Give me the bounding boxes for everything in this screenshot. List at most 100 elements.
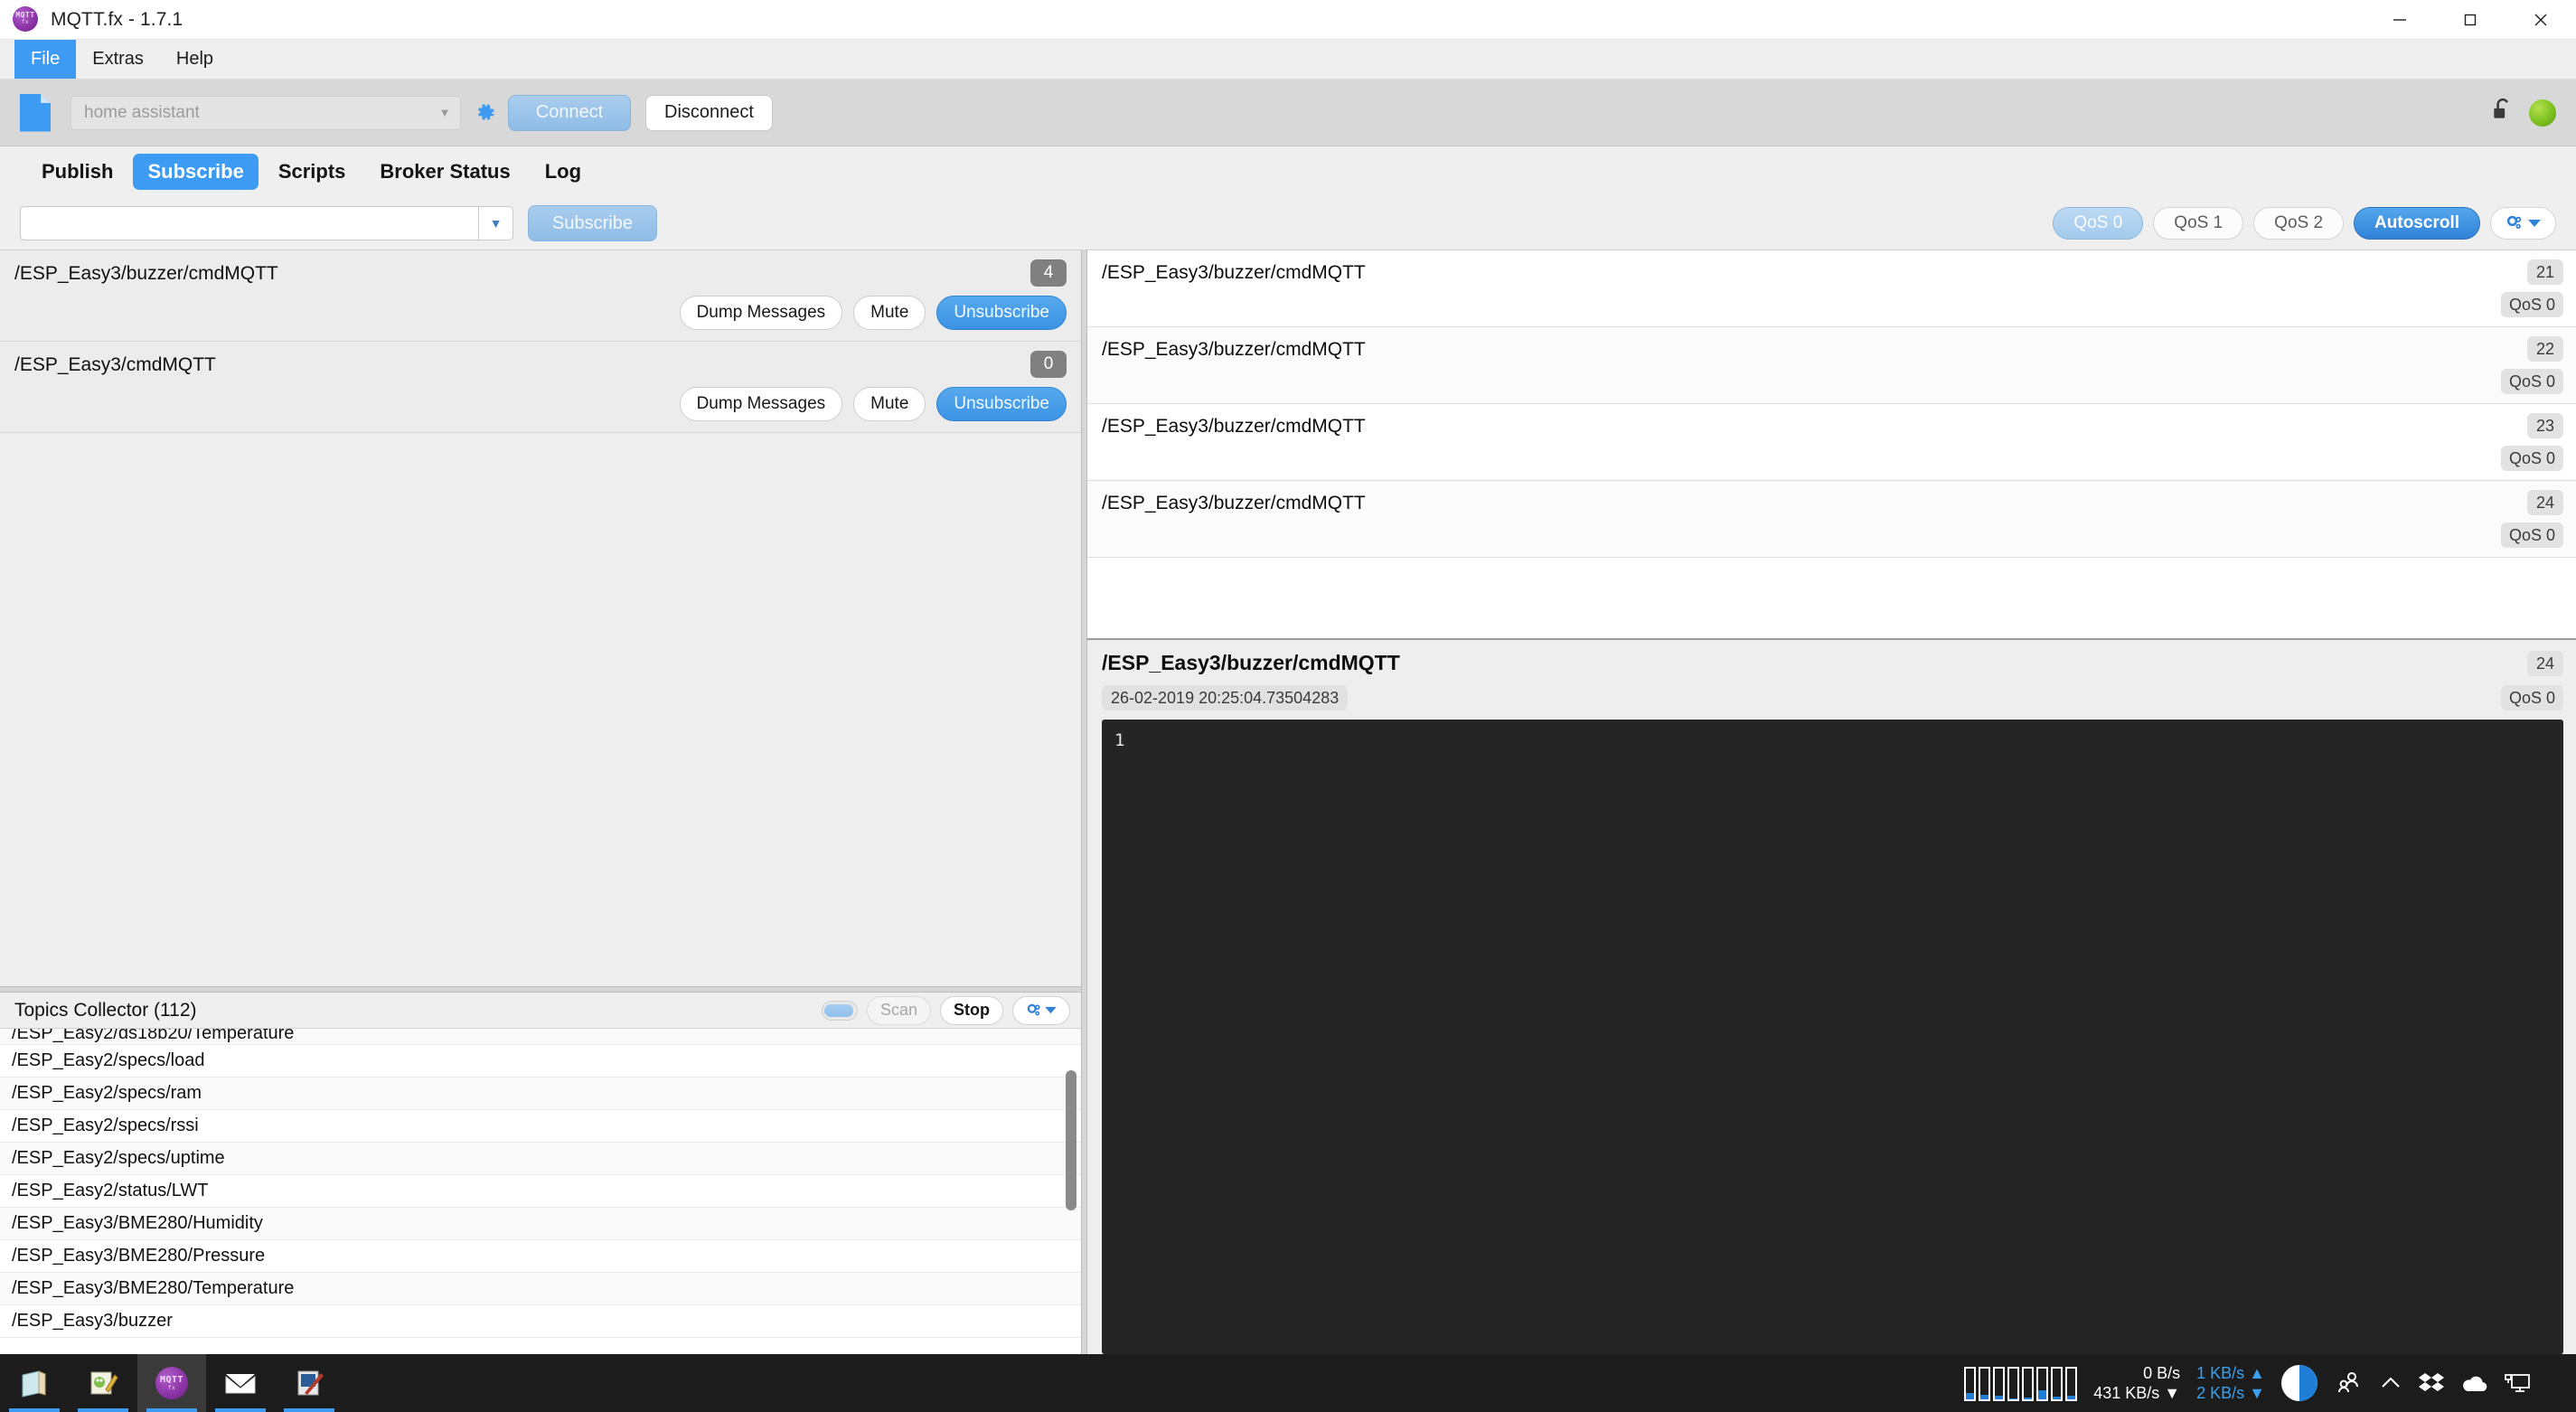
scan-button[interactable]: Scan [866, 995, 931, 1025]
message-row[interactable]: /ESP_Easy3/buzzer/cmdMQTT 21 QoS 0 [1087, 250, 2576, 327]
people-icon[interactable] [2334, 1369, 2363, 1398]
list-item[interactable]: /ESP_Easy3/buzzer [0, 1305, 1081, 1338]
list-item[interactable]: /ESP_Easy3/BME280/Temperature [0, 1273, 1081, 1305]
qos-1-button[interactable]: QoS 1 [2153, 207, 2244, 240]
minimize-button[interactable] [2364, 0, 2435, 40]
menu-item-extras[interactable]: Extras [76, 40, 160, 79]
stop-button[interactable]: Stop [940, 995, 1003, 1025]
topics-collector-list[interactable]: /ESP_Easy2/ds18b20/Temperature /ESP_Easy… [0, 1029, 1081, 1354]
mute-button[interactable]: Mute [853, 387, 926, 421]
connection-bar: home assistant ▼ Connect Disconnect [0, 80, 2576, 146]
message-row[interactable]: /ESP_Easy3/buzzer/cmdMQTT 24 QoS 0 [1087, 481, 2576, 558]
window-title: MQTT.fx - 1.7.1 [51, 8, 183, 30]
taskbar-mqttfx-icon[interactable]: MQTT fx [137, 1354, 206, 1412]
list-item[interactable]: /ESP_Easy2/specs/ram [0, 1078, 1081, 1110]
tab-scripts[interactable]: Scripts [264, 154, 361, 190]
maximize-button[interactable] [2435, 0, 2505, 40]
topics-collector-options-button[interactable] [1012, 995, 1070, 1025]
qos-2-button[interactable]: QoS 2 [2253, 207, 2345, 240]
network-usage-graph[interactable] [1964, 1365, 2078, 1401]
list-item[interactable]: /ESP_Easy3/BME280/Humidity [0, 1208, 1081, 1240]
network-up-small: 1 KB/s [2196, 1364, 2245, 1382]
onedrive-icon[interactable] [2460, 1373, 2487, 1393]
disconnect-button[interactable]: Disconnect [645, 94, 773, 131]
main-tabs: Publish Subscribe Scripts Broker Status … [0, 146, 2576, 197]
message-row[interactable]: /ESP_Easy3/buzzer/cmdMQTT 22 QoS 0 [1087, 327, 2576, 404]
taskbar-notepad-icon[interactable] [0, 1354, 69, 1412]
message-detail-header: /ESP_Easy3/buzzer/cmdMQTT 24 26-02-2019 … [1087, 640, 2576, 711]
network-throughput-secondary[interactable]: 1 KB/s ▲ 2 KB/s ▼ [2196, 1363, 2265, 1403]
list-item[interactable]: /ESP_Easy2/specs/rssi [0, 1110, 1081, 1143]
title-bar: MQTT fx MQTT.fx - 1.7.1 [0, 0, 2576, 40]
list-item[interactable]: /ESP_Easy2/status/LWT [0, 1175, 1081, 1208]
subscribe-options-button[interactable] [2490, 207, 2556, 240]
menu-item-help[interactable]: Help [160, 40, 230, 79]
unlocked-padlock-icon [2491, 98, 2515, 127]
message-index: 24 [2527, 490, 2563, 515]
message-topic: /ESP_Easy3/buzzer/cmdMQTT [1102, 262, 1366, 283]
subscribe-main-area: /ESP_Easy3/buzzer/cmdMQTT 4 Dump Message… [0, 249, 2576, 1354]
unsubscribe-button[interactable]: Unsubscribe [936, 296, 1067, 330]
list-item[interactable]: /ESP_Easy3/BME280/Pressure [0, 1240, 1081, 1273]
chevron-up-icon[interactable] [2379, 1374, 2402, 1392]
detail-index: 24 [2527, 651, 2563, 676]
app-logo-line1: MQTT [15, 11, 35, 19]
tab-log[interactable]: Log [531, 154, 596, 190]
message-topic: /ESP_Easy3/buzzer/cmdMQTT [1102, 339, 1366, 360]
taskbar-notepadpp-icon[interactable] [69, 1354, 137, 1412]
message-row[interactable]: /ESP_Easy3/buzzer/cmdMQTT 23 QoS 0 [1087, 404, 2576, 481]
taskbar-paint-icon[interactable] [275, 1354, 343, 1412]
profile-file-icon[interactable] [20, 93, 51, 132]
list-item[interactable]: /ESP_Easy2/ds18b20/Temperature [0, 1029, 1081, 1045]
topics-collector-title: Topics Collector (112) [14, 999, 197, 1021]
qos-0-button[interactable]: QoS 0 [2053, 207, 2144, 240]
tab-publish[interactable]: Publish [27, 154, 127, 190]
connection-settings-gear-icon[interactable] [474, 101, 497, 125]
dropbox-icon[interactable] [2419, 1371, 2444, 1395]
subscribe-button[interactable]: Subscribe [528, 205, 657, 241]
topics-collector-toggle[interactable] [821, 1000, 858, 1021]
message-topic: /ESP_Easy3/buzzer/cmdMQTT [1102, 416, 1366, 437]
network-down-small: 2 KB/s [2196, 1384, 2245, 1402]
system-tray: 0 B/s 431 KB/s ▼ 1 KB/s ▲ 2 KB/s ▼ [1964, 1363, 2576, 1403]
disk-usage-icon[interactable] [2281, 1365, 2317, 1401]
mute-button[interactable]: Mute [853, 296, 926, 330]
subscribe-topic-dropdown-icon[interactable]: ▼ [479, 206, 513, 240]
network-down-rate: 431 KB/s [2093, 1384, 2160, 1402]
taskbar-mail-icon[interactable] [206, 1354, 275, 1412]
broker-profile-select[interactable]: home assistant ▼ [71, 95, 461, 130]
payload-viewer[interactable]: 1 [1102, 720, 2563, 1354]
broker-profile-value: home assistant [84, 102, 200, 122]
list-item[interactable]: /ESP_Easy2/specs/uptime [0, 1143, 1081, 1175]
dump-messages-button[interactable]: Dump Messages [679, 296, 843, 330]
menu-item-file[interactable]: File [14, 40, 77, 79]
network-up-rate: 0 B/s [2143, 1364, 2181, 1382]
autoscroll-button[interactable]: Autoscroll [2354, 207, 2480, 240]
right-column: /ESP_Easy3/buzzer/cmdMQTT 21 QoS 0 /ESP_… [1087, 249, 2576, 1354]
connect-button[interactable]: Connect [508, 94, 631, 131]
horizontal-splitter[interactable] [0, 986, 1081, 993]
unsubscribe-button[interactable]: Unsubscribe [936, 387, 1067, 421]
mqttfx-window: MQTT fx MQTT.fx - 1.7.1 File Extras Help [0, 0, 2576, 1412]
message-qos: QoS 0 [2500, 292, 2563, 317]
message-qos: QoS 0 [2500, 369, 2563, 394]
scrollbar-thumb[interactable] [1066, 1070, 1076, 1210]
list-item[interactable]: /ESP_Easy2/specs/load [0, 1045, 1081, 1078]
detail-topic: /ESP_Easy3/buzzer/cmdMQTT [1102, 651, 1400, 674]
subscription-message-count: 0 [1030, 351, 1067, 378]
subscribe-topic-input[interactable] [20, 206, 479, 240]
tab-broker-status[interactable]: Broker Status [365, 154, 524, 190]
vertical-splitter[interactable] [1081, 249, 1087, 1354]
subscription-row[interactable]: /ESP_Easy3/buzzer/cmdMQTT 4 Dump Message… [0, 250, 1081, 342]
message-index: 23 [2527, 413, 2563, 438]
network-throughput-primary[interactable]: 0 B/s 431 KB/s ▼ [2093, 1363, 2180, 1403]
close-button[interactable] [2505, 0, 2576, 40]
subscription-row[interactable]: /ESP_Easy3/cmdMQTT 0 Dump Messages Mute … [0, 342, 1081, 433]
tab-subscribe[interactable]: Subscribe [133, 154, 259, 190]
chevron-down-icon[interactable]: ▼ [429, 106, 460, 119]
topics-collector-scrollbar[interactable] [1065, 1029, 1077, 1354]
messages-list[interactable]: /ESP_Easy3/buzzer/cmdMQTT 21 QoS 0 /ESP_… [1087, 249, 2576, 638]
monitor-icon[interactable] [2504, 1371, 2531, 1395]
down-arrow-icon: ▼ [2249, 1384, 2265, 1402]
dump-messages-button[interactable]: Dump Messages [679, 387, 843, 421]
